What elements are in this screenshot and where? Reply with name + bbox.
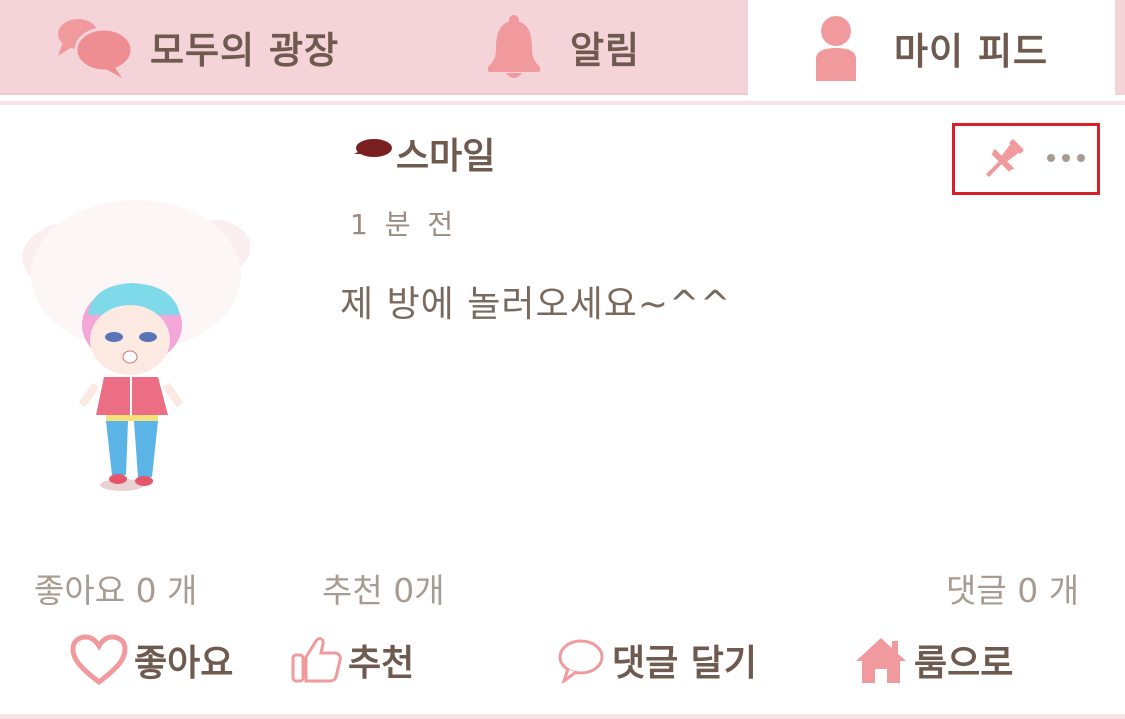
tab-bar: 모두의 광장 알림 마이 피드	[0, 0, 1125, 95]
person-icon	[812, 15, 860, 81]
more-dots-icon[interactable]	[1047, 154, 1092, 162]
heart-icon	[70, 634, 134, 686]
comment-button-label: 댓글 달기	[612, 643, 758, 684]
bell-icon	[486, 14, 542, 79]
tab-label-my-feed: 마이 피드	[894, 29, 1049, 73]
tab-label-square: 모두의 광장	[150, 28, 340, 72]
post-timestamp: 1 분 전	[350, 208, 458, 241]
room-button-label: 룸으로	[914, 643, 1014, 684]
tab-square[interactable]: 모두의 광장	[0, 0, 400, 93]
feed-post-card: 스마일 1 분 전 제 방에 놀러오세요~^^ 좋아요 0 개 추천 0개 댓글…	[0, 105, 1125, 715]
comments-count: 댓글 0 개	[946, 571, 1080, 610]
tab-bar-edge	[1115, 0, 1125, 95]
tab-notifications[interactable]: 알림	[400, 0, 748, 93]
like-button[interactable]: 좋아요	[70, 630, 233, 690]
username[interactable]: 스마일	[396, 127, 495, 179]
tab-label-notifications: 알림	[570, 28, 641, 72]
thumbs-up-icon	[290, 635, 348, 685]
bottom-divider	[0, 714, 1125, 719]
pushpin-icon[interactable]	[979, 136, 1027, 188]
likes-count: 좋아요 0 개	[34, 571, 198, 610]
like-button-label: 좋아요	[134, 643, 234, 684]
recommend-button[interactable]: 추천	[290, 630, 414, 690]
go-to-room-button[interactable]: 룸으로	[854, 630, 1013, 690]
speech-bubbles-icon	[56, 16, 134, 78]
tab-my-feed[interactable]: 마이 피드	[748, 0, 1115, 95]
post-actions-highlight	[952, 123, 1100, 195]
comment-button[interactable]: 댓글 달기	[556, 630, 757, 690]
house-icon	[854, 635, 914, 685]
user-badge-icon	[352, 136, 394, 164]
recommend-button-label: 추천	[348, 643, 415, 684]
comment-bubble-icon	[556, 637, 612, 683]
post-text: 제 방에 놀러오세요~^^	[340, 284, 732, 325]
avatar[interactable]	[22, 165, 251, 505]
recommend-count: 추천 0개	[322, 571, 445, 610]
